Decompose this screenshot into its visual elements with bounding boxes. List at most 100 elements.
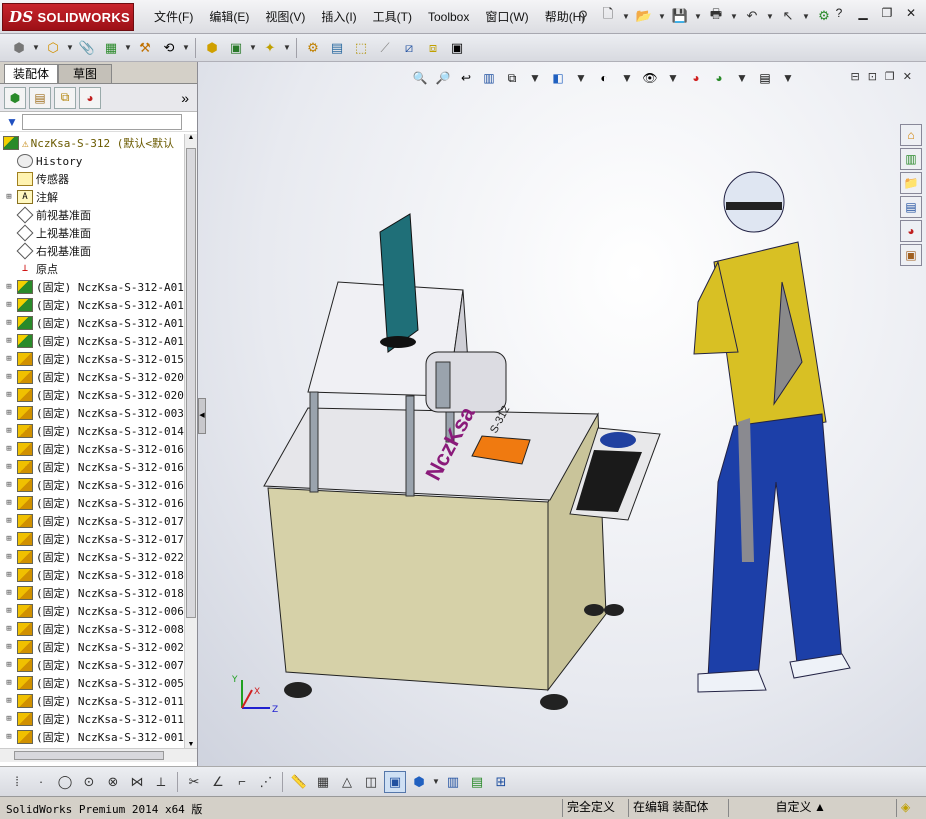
new-document-icon[interactable]: 🗋: [597, 5, 619, 27]
scroll-up-icon[interactable]: ▲: [185, 134, 197, 141]
scrollbar-thumb[interactable]: [186, 148, 196, 618]
tree-component[interactable]: ⊞ (固定) NczKsa-S-312-016: [0, 440, 184, 458]
tree-component[interactable]: ⊞ (固定) NczKsa-S-312-022: [0, 548, 184, 566]
midpoint-icon[interactable]: ⊙: [78, 771, 100, 793]
tree-item-front-plane[interactable]: 前视基准面: [0, 206, 184, 224]
point-icon[interactable]: ·: [30, 771, 52, 793]
expand-plus-icon[interactable]: ⊞: [4, 282, 14, 292]
menu-insert[interactable]: 插入(I): [313, 0, 364, 34]
print-icon[interactable]: 🖶: [705, 5, 727, 27]
chevron-down-icon[interactable]: ▼: [182, 43, 190, 52]
tree-component[interactable]: ⊞ (固定) NczKsa-S-312-015: [0, 350, 184, 368]
trim-icon[interactable]: ✂: [183, 771, 205, 793]
scrollbar-thumb[interactable]: [14, 751, 164, 760]
expand-plus-icon[interactable]: ⊞: [4, 570, 14, 580]
status-units[interactable]: 自定义: [728, 799, 858, 817]
section-view-icon[interactable]: ▥: [442, 771, 464, 793]
tree-component[interactable]: ⊞ (固定) NczKsa-S-312-020: [0, 386, 184, 404]
chevron-down-icon[interactable]: ▼: [766, 12, 774, 21]
assembly-features-icon[interactable]: ▣: [225, 37, 247, 59]
expand-panel-icon[interactable]: »: [181, 90, 189, 106]
expand-plus-icon[interactable]: ⊞: [4, 498, 14, 508]
tree-component[interactable]: ⊞ (固定) NczKsa-S-312-002: [0, 638, 184, 656]
expand-plus-icon[interactable]: ⊞: [4, 300, 14, 310]
new-motion-study-icon[interactable]: ⚙: [302, 37, 324, 59]
shaded-cube-icon[interactable]: ⬢: [408, 771, 430, 793]
expand-plus-icon[interactable]: ⊞: [4, 552, 14, 562]
expand-plus-icon[interactable]: ⊞: [4, 462, 14, 472]
expand-plus-icon[interactable]: ⊞: [4, 480, 14, 490]
tree-component[interactable]: ⊞ (固定) NczKsa-S-312-016: [0, 476, 184, 494]
display-manager-icon[interactable]: ◕: [79, 86, 101, 109]
corner-icon[interactable]: ⌐: [231, 771, 253, 793]
expand-plus-icon[interactable]: ⊞: [4, 714, 14, 724]
tree-component[interactable]: ⊞ (固定) NczKsa-S-312-001: [0, 728, 184, 746]
expand-plus-icon[interactable]: ⊞: [4, 732, 14, 742]
tree-component[interactable]: ⊞ (固定) NczKsa-S-312-016: [0, 494, 184, 512]
solidworks-logo[interactable]: DS SOLIDWORKS: [2, 3, 134, 31]
tree-component[interactable]: ⊞ (固定) NczKsa-S-312-A01: [0, 296, 184, 314]
help-question-icon[interactable]: ?: [830, 6, 848, 22]
tree-item-top-plane[interactable]: 上视基准面: [0, 224, 184, 242]
menu-file[interactable]: 文件(F): [146, 0, 201, 34]
expand-plus-icon[interactable]: ⊞: [4, 426, 14, 436]
instant3d-icon[interactable]: ▣: [446, 37, 468, 59]
menu-window[interactable]: 窗口(W): [477, 0, 536, 34]
smart-fasteners-icon[interactable]: ⚒: [134, 37, 156, 59]
expand-plus-icon[interactable]: ⊞: [4, 336, 14, 346]
menu-tools[interactable]: 工具(T): [365, 0, 420, 34]
tree-component[interactable]: ⊞ (固定) NczKsa-S-312-007: [0, 656, 184, 674]
expand-plus-icon[interactable]: ⊞: [4, 642, 14, 652]
select-pointer-icon[interactable]: ↖: [777, 5, 799, 27]
tangent-icon[interactable]: ⋈: [126, 771, 148, 793]
expand-plus-icon[interactable]: ⊞: [4, 696, 14, 706]
expand-plus-icon[interactable]: ⊞: [4, 318, 14, 328]
exploded-view-icon[interactable]: ⬚: [350, 37, 372, 59]
configuration-manager-icon[interactable]: ⧉: [54, 86, 76, 109]
chevron-down-icon[interactable]: ▼: [622, 12, 630, 21]
expand-plus-icon[interactable]: ⊞: [4, 678, 14, 688]
tree-component[interactable]: ⊞ (固定) NczKsa-S-312-020: [0, 368, 184, 386]
tree-component[interactable]: ⊞ (固定) NczKsa-S-312-008: [0, 620, 184, 638]
move-component-icon[interactable]: ⟲: [158, 37, 180, 59]
tree-component[interactable]: ⊞ (固定) NczKsa-S-312-005: [0, 674, 184, 692]
ruler-icon[interactable]: 📏: [288, 771, 310, 793]
assembly-model-render[interactable]: NczKsa S-312 Y X Z: [198, 62, 926, 766]
chevron-down-icon[interactable]: ▼: [249, 43, 257, 52]
expand-plus-icon[interactable]: ⊞: [4, 408, 14, 418]
menu-view[interactable]: 视图(V): [257, 0, 313, 34]
quick-tips-icon[interactable]: ◈: [896, 799, 914, 817]
tree-horizontal-scrollbar[interactable]: [0, 748, 197, 762]
tree-item-history[interactable]: History: [0, 152, 184, 170]
chevron-down-icon[interactable]: ▼: [658, 12, 666, 21]
linear-pattern-icon[interactable]: ▦: [100, 37, 122, 59]
selected-cube-icon[interactable]: ▣: [384, 770, 406, 793]
tree-component[interactable]: ⊞ (固定) NczKsa-S-312-A01: [0, 332, 184, 350]
restore-icon[interactable]: ❐: [878, 6, 896, 22]
chevron-down-icon[interactable]: ▼: [32, 43, 40, 52]
filter-input[interactable]: [21, 113, 182, 130]
tree-component[interactable]: ⊞ (固定) NczKsa-S-312-017: [0, 530, 184, 548]
expand-plus-icon[interactable]: ⊞: [4, 534, 14, 544]
triangle-icon[interactable]: △: [336, 771, 358, 793]
interference-detection-icon[interactable]: ⧄: [398, 37, 420, 59]
insert-component-icon[interactable]: ⬢: [8, 37, 30, 59]
tree-component[interactable]: ⊞ (固定) NczKsa-S-312-011: [0, 710, 184, 728]
property-manager-icon[interactable]: ▤: [29, 86, 51, 109]
circle-icon[interactable]: ◯: [54, 771, 76, 793]
tree-component[interactable]: ⊞ (固定) NczKsa-S-312-016: [0, 458, 184, 476]
explode-line-sketch-icon[interactable]: ⟋: [374, 37, 396, 59]
expand-plus-icon[interactable]: ⊞: [4, 516, 14, 526]
tree-component[interactable]: ⊞ (固定) NczKsa-S-312-A01: [0, 314, 184, 332]
dotted-line-icon[interactable]: ⋰: [255, 771, 277, 793]
chevron-down-icon[interactable]: ▼: [283, 43, 291, 52]
menu-toolbox[interactable]: Toolbox: [420, 0, 477, 34]
feature-manager-icon[interactable]: ⬢: [4, 86, 26, 109]
tree-component[interactable]: ⊞ (固定) NczKsa-S-312-014: [0, 422, 184, 440]
tree-vertical-scrollbar[interactable]: ▲ ▼: [184, 134, 197, 748]
tree-root[interactable]: ⚠ NczKsa-S-312 (默认<默认: [0, 134, 184, 152]
tree-component[interactable]: ⊞ (固定) NczKsa-S-312-006: [0, 602, 184, 620]
tree-component[interactable]: ⊞ (固定) NczKsa-S-312-018: [0, 584, 184, 602]
menu-edit[interactable]: 编辑(E): [201, 0, 257, 34]
expand-plus-icon[interactable]: ⊞: [4, 660, 14, 670]
